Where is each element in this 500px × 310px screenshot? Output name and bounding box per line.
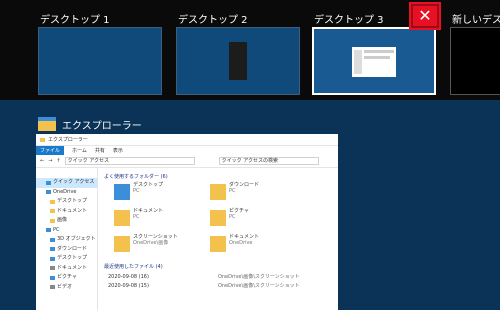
nav-item-3d-objects[interactable]: 3D オブジェクト xyxy=(36,235,97,245)
nav-label: 3D オブジェクト xyxy=(57,236,96,242)
recent-file-row[interactable]: 2020-09-08 (15) OneDrive\画像\スクリーンショット xyxy=(104,281,332,290)
desktop-2-label: デスクトップ 2 xyxy=(178,15,248,26)
nav-label: ダウンロード xyxy=(57,245,88,252)
nav-item-downloads[interactable]: ダウンロード xyxy=(36,245,97,255)
folder-icon xyxy=(50,199,55,204)
download-icon xyxy=(50,247,55,252)
cloud-icon xyxy=(46,190,51,195)
file-name: 2020-09-08 (16) xyxy=(108,273,149,280)
cube-icon xyxy=(50,237,55,242)
forward-arrow-icon[interactable]: → xyxy=(48,158,52,164)
new-desktop-label: 新しいデスクトップ xyxy=(452,15,500,26)
nav-label: ピクチャ xyxy=(57,274,77,280)
new-desktop-tile[interactable] xyxy=(450,27,500,95)
folder-tile[interactable]: ダウンロード PC xyxy=(210,182,306,206)
tab-file[interactable]: ファイル xyxy=(36,146,65,155)
desktop-folder-icon xyxy=(114,184,130,200)
documents-folder-icon xyxy=(114,210,130,226)
folder-icon xyxy=(40,137,45,142)
folder-tile[interactable]: デスクトップ PC xyxy=(114,182,210,206)
computer-icon xyxy=(46,228,51,233)
explorer-window-preview[interactable]: エクスプローラー ファイル ホーム 共有 表示 ← → ↑ クイック アクセス … xyxy=(36,134,338,310)
nav-label: OneDrive xyxy=(53,188,77,195)
content-pane: よく使用するフォルダー (6) デスクトップ PC ダウンロード PC ドキュメント… xyxy=(98,168,338,310)
frequent-folders-grid: デスクトップ PC ダウンロード PC ドキュメント PC ピクチャ PC スクリーンシ… xyxy=(104,182,332,258)
desktop-2[interactable]: デスクトップ 2 xyxy=(176,0,302,100)
address-bar: ← → ↑ クイック アクセス クイック アクセスの検索 xyxy=(36,155,338,168)
nav-item-documents[interactable]: ドキュメント xyxy=(36,207,97,217)
explorer-title: エクスプローラー xyxy=(48,137,88,143)
window-preview xyxy=(352,47,396,77)
nav-item-documents-pc[interactable]: ドキュメント xyxy=(36,264,97,274)
folder-tile[interactable]: ドキュメント OneDrive xyxy=(210,234,306,258)
desktop-1-thumbnail[interactable] xyxy=(38,27,162,95)
file-path: OneDrive\画像\スクリーンショット xyxy=(218,283,300,289)
frequent-folders-header[interactable]: よく使用するフォルダー (6) xyxy=(104,172,332,182)
nav-label: クイック アクセス xyxy=(53,179,95,185)
tab-view[interactable]: 表示 xyxy=(113,147,123,154)
desktop-icon xyxy=(50,256,55,261)
close-desktop-button[interactable]: ✕ xyxy=(409,2,441,30)
onedrive-documents-folder-icon xyxy=(210,236,226,252)
nav-item-pc[interactable]: PC xyxy=(36,226,97,236)
window-preview xyxy=(229,42,247,80)
desktop-1[interactable]: デスクトップ 1 xyxy=(38,0,164,100)
tile-location: OneDrive xyxy=(229,240,253,246)
desktop-2-thumbnail[interactable] xyxy=(176,27,300,95)
nav-item-onedrive[interactable]: OneDrive xyxy=(36,188,97,198)
navigation-pane: クイック アクセス OneDrive デスクトップ ドキュメント 画像 PC 3… xyxy=(36,168,98,310)
tab-home[interactable]: ホーム xyxy=(72,147,87,154)
window-title: エクスプローラー xyxy=(62,121,142,132)
tile-location: PC xyxy=(133,214,140,220)
address-input[interactable]: クイック アクセス xyxy=(64,157,195,165)
desktop-3-label: デスクトップ 3 xyxy=(314,15,384,26)
tile-location: PC xyxy=(229,214,236,220)
search-input[interactable]: クイック アクセスの検索 xyxy=(218,157,319,165)
nav-item-desktop-pc[interactable]: デスクトップ xyxy=(36,254,97,264)
nav-label: デスクトップ xyxy=(57,255,88,261)
nav-label: PC xyxy=(53,226,60,233)
nav-label: 画像 xyxy=(57,217,68,223)
nav-item-desktop[interactable]: デスクトップ xyxy=(36,197,97,207)
desktop-1-label: デスクトップ 1 xyxy=(40,15,110,26)
virtual-desktop-strip: デスクトップ 1 デスクトップ 2 デスクトップ 3 ✕ 新しいデスクトップ xyxy=(0,0,500,100)
screenshots-folder-icon xyxy=(114,236,130,252)
video-icon xyxy=(50,285,55,290)
pictures-folder-icon xyxy=(210,210,226,226)
recent-files-header[interactable]: 最近使用したファイル (4) xyxy=(104,262,332,272)
document-icon xyxy=(50,266,55,271)
folder-tile[interactable]: ドキュメント PC xyxy=(114,208,210,232)
picture-icon xyxy=(50,275,55,280)
nav-label: ドキュメント xyxy=(57,207,88,214)
recent-file-row[interactable]: 2020-09-08 (16) OneDrive\画像\スクリーンショット xyxy=(104,272,332,281)
back-arrow-icon[interactable]: ← xyxy=(40,158,44,164)
folder-icon xyxy=(50,218,55,223)
nav-label: デスクトップ xyxy=(57,198,88,204)
explorer-titlebar: エクスプローラー xyxy=(36,134,338,146)
tile-location: OneDrive\画像 xyxy=(133,240,169,246)
nav-item-videos[interactable]: ビデオ xyxy=(36,283,97,293)
nav-item-pictures[interactable]: ピクチャ xyxy=(36,273,97,283)
file-path: OneDrive\画像\スクリーンショット xyxy=(218,274,300,280)
desktop-3-thumbnail[interactable] xyxy=(312,27,436,95)
nav-label: ドキュメント xyxy=(57,264,88,271)
folder-tile[interactable]: スクリーンショット OneDrive\画像 xyxy=(114,234,210,258)
file-name: 2020-09-08 (15) xyxy=(108,282,149,289)
nav-item-quick-access[interactable]: クイック アクセス xyxy=(36,178,97,188)
file-explorer-icon xyxy=(38,117,56,131)
task-view: デスクトップ 1 デスクトップ 2 デスクトップ 3 ✕ 新しいデスクトップ xyxy=(0,0,500,310)
star-icon xyxy=(46,180,51,185)
tile-location: PC xyxy=(229,188,236,194)
tile-location: PC xyxy=(133,188,140,194)
folder-tile[interactable]: ピクチャ PC xyxy=(210,208,306,232)
ribbon-tabs: ファイル ホーム 共有 表示 xyxy=(36,146,338,155)
nav-item-images[interactable]: 画像 xyxy=(36,216,97,226)
folder-icon xyxy=(50,209,55,214)
tab-share[interactable]: 共有 xyxy=(95,147,105,154)
explorer-body: クイック アクセス OneDrive デスクトップ ドキュメント 画像 PC 3… xyxy=(36,168,338,310)
new-desktop[interactable]: 新しいデスクトップ xyxy=(450,0,500,100)
nav-label: ビデオ xyxy=(57,283,73,290)
up-arrow-icon[interactable]: ↑ xyxy=(56,158,60,164)
download-folder-icon xyxy=(210,184,226,200)
